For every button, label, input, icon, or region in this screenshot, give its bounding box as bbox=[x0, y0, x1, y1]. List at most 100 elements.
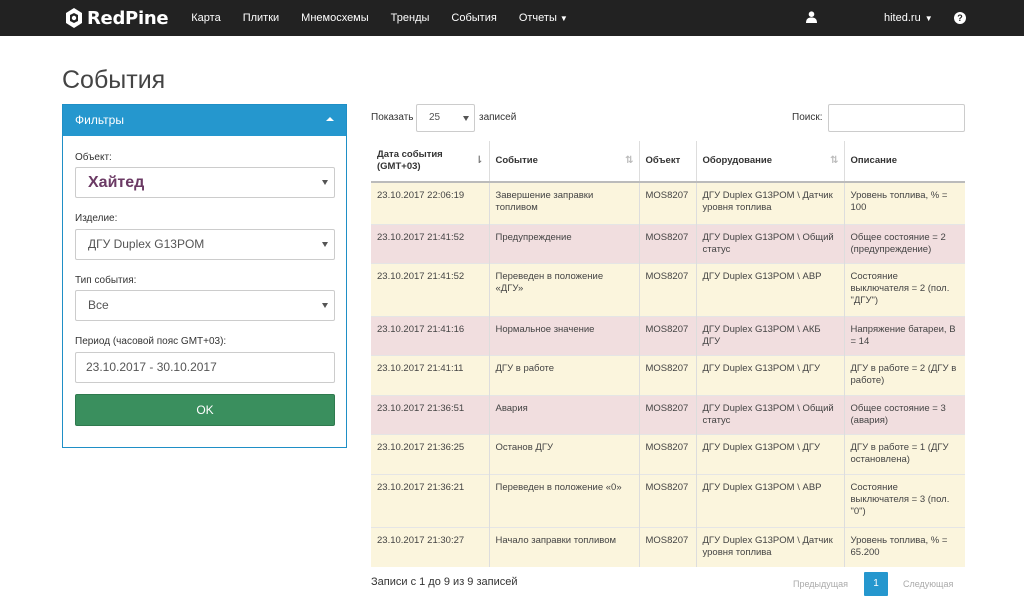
cell-equipment: ДГУ Duplex G13POM \ Датчик уровня топлив… bbox=[695, 526, 844, 567]
product-select[interactable]: ДГУ Duplex G13POM bbox=[75, 229, 335, 260]
cell-equipment: ДГУ Duplex G13POM \ АКБ ДГУ bbox=[695, 315, 844, 355]
brand-logo[interactable]: RedPine bbox=[63, 0, 169, 36]
cell-object: MOS8207 bbox=[638, 223, 696, 263]
table-row: 23.10.2017 21:41:16 Нормальное значение MO… bbox=[371, 315, 965, 355]
cell-object: MOS8207 bbox=[638, 181, 696, 224]
column-header-object[interactable]: Объект bbox=[638, 141, 696, 183]
nav-tiles[interactable]: Плитки bbox=[232, 0, 290, 37]
pagination-previous[interactable]: Предыдущая bbox=[793, 579, 848, 589]
chevron-down-icon: ▼ bbox=[924, 14, 933, 23]
cell-event: Переведен в положение «ДГУ» bbox=[488, 262, 639, 316]
object-label: Объект: bbox=[75, 152, 112, 163]
cell-description: Уровень топлива, % = 65.200 bbox=[843, 526, 965, 567]
cell-equipment: ДГУ Duplex G13POM \ АВР bbox=[695, 473, 844, 527]
cell-event: Авария bbox=[488, 394, 639, 434]
period-label: Период (часовой пояс GMT+03): bbox=[75, 336, 227, 347]
object-select[interactable]: Хайтед bbox=[75, 167, 335, 198]
main-nav: Карта Плитки Мнемосхемы Тренды События О… bbox=[180, 0, 579, 37]
cell-description: ДГУ в работе = 2 (ДГУ в работе) bbox=[843, 354, 965, 395]
chevron-down-icon bbox=[322, 242, 328, 247]
table-row: 23.10.2017 21:30:27 Начало заправки топли… bbox=[371, 526, 965, 567]
event-type-select[interactable]: Все bbox=[75, 290, 335, 321]
event-type-select-value: Все bbox=[88, 298, 109, 312]
cell-event: Предупреждение bbox=[488, 223, 639, 263]
cell-object: MOS8207 bbox=[638, 394, 696, 434]
cell-date: 23.10.2017 21:41:52 bbox=[371, 262, 489, 316]
column-header-object-label: Объект bbox=[645, 155, 681, 166]
cell-date: 23.10.2017 21:41:11 bbox=[371, 354, 489, 395]
redpine-logo-icon bbox=[66, 8, 82, 28]
table-row: 23.10.2017 21:41:52 Переведен в положение… bbox=[371, 262, 965, 316]
cell-event: Завершение заправки топливом bbox=[488, 181, 639, 224]
cell-event: ДГУ в работе bbox=[488, 354, 639, 395]
user-menu[interactable]: hited.ru ▼ bbox=[884, 0, 933, 37]
cell-date: 23.10.2017 22:06:19 bbox=[371, 181, 489, 224]
records-label: записей bbox=[479, 112, 517, 123]
table-info: Записи с 1 до 9 из 9 записей bbox=[371, 576, 518, 588]
table-row: 23.10.2017 21:41:11 ДГУ в работе MOS8207 ДГ… bbox=[371, 354, 965, 395]
sort-icon: ⇅ bbox=[625, 155, 634, 166]
page-length-value: 25 bbox=[429, 112, 441, 123]
table-row: 23.10.2017 21:36:51 Авария MOS8207 ДГУ Dupl… bbox=[371, 394, 965, 434]
cell-equipment: ДГУ Duplex G13POM \ ДГУ bbox=[695, 354, 844, 395]
column-header-description-label: Описание bbox=[850, 155, 898, 166]
pagination-next[interactable]: Следующая bbox=[903, 579, 953, 589]
filters-panel-heading[interactable]: Фильтры bbox=[63, 105, 346, 136]
column-header-event[interactable]: Событие ⇅ bbox=[488, 141, 639, 183]
nav-reports-label: Отчеты bbox=[518, 11, 557, 24]
cell-description: Уровень топлива, % = 100 bbox=[843, 181, 965, 224]
nav-mnemonics[interactable]: Мнемосхемы bbox=[290, 0, 380, 37]
top-navbar: RedPine Карта Плитки Мнемосхемы Тренды С… bbox=[0, 0, 1024, 36]
chevron-down-icon bbox=[322, 180, 328, 185]
pagination-current-page[interactable]: 1 bbox=[864, 572, 888, 596]
table-row: 23.10.2017 21:36:25 Останов ДГУ MOS8207 ДГУ… bbox=[371, 433, 965, 474]
table-body: 23.10.2017 22:06:19 Завершение заправки т… bbox=[371, 181, 965, 567]
cell-description: Состояние выключателя = 2 (пол. "ДГУ") bbox=[843, 262, 965, 316]
cell-object: MOS8207 bbox=[638, 473, 696, 527]
chevron-down-icon bbox=[322, 303, 328, 308]
product-label: Изделие: bbox=[75, 213, 118, 224]
sort-desc-icon: ⇂ bbox=[475, 155, 484, 166]
cell-object: MOS8207 bbox=[638, 262, 696, 316]
events-table: Дата события (GMT+03) ⇂ Событие ⇅ Объект О… bbox=[371, 141, 965, 567]
search-input[interactable] bbox=[828, 104, 965, 132]
period-input[interactable]: 23.10.2017 - 30.10.2017 bbox=[75, 352, 335, 383]
cell-equipment: ДГУ Duplex G13POM \ Датчик уровня топлив… bbox=[695, 181, 844, 224]
cell-event: Нормальное значение bbox=[488, 315, 639, 355]
cell-event: Начало заправки топливом bbox=[488, 526, 639, 567]
chevron-down-icon bbox=[463, 116, 469, 121]
cell-description: ДГУ в работе = 1 (ДГУ остановлена) bbox=[843, 433, 965, 474]
cell-object: MOS8207 bbox=[638, 433, 696, 474]
object-select-value: Хайтед bbox=[88, 174, 145, 191]
nav-reports[interactable]: Отчеты ▼ bbox=[508, 0, 579, 37]
cell-date: 23.10.2017 21:41:52 bbox=[371, 223, 489, 263]
nav-trends[interactable]: Тренды bbox=[380, 0, 441, 37]
column-header-description[interactable]: Описание bbox=[843, 141, 965, 183]
table-row: 23.10.2017 21:36:21 Переведен в положение… bbox=[371, 473, 965, 527]
page-title: События bbox=[62, 66, 166, 94]
event-type-label: Тип события: bbox=[75, 275, 137, 286]
cell-description: Общее состояние = 3 (авария) bbox=[843, 394, 965, 434]
page-length-select[interactable]: 25 bbox=[416, 104, 475, 132]
filters-panel: Фильтры Объект: Хайтед Изделие: ДГУ Dupl… bbox=[62, 104, 347, 448]
chevron-down-icon: ▼ bbox=[559, 13, 568, 23]
cell-equipment: ДГУ Duplex G13POM \ ДГУ bbox=[695, 433, 844, 474]
sort-icon: ⇅ bbox=[830, 155, 839, 166]
cell-date: 23.10.2017 21:36:25 bbox=[371, 433, 489, 474]
cell-event: Переведен в положение «0» bbox=[488, 473, 639, 527]
nav-map[interactable]: Карта bbox=[180, 0, 231, 37]
user-name: hited.ru bbox=[884, 12, 921, 24]
column-header-date[interactable]: Дата события (GMT+03) ⇂ bbox=[371, 141, 489, 183]
ok-button[interactable]: OK bbox=[75, 394, 335, 426]
show-label: Показать bbox=[371, 112, 414, 123]
cell-date: 23.10.2017 21:36:21 bbox=[371, 473, 489, 527]
cell-equipment: ДГУ Duplex G13POM \ Общий статус bbox=[695, 394, 844, 434]
column-header-equipment[interactable]: Оборудование ⇅ bbox=[695, 141, 844, 183]
cell-equipment: ДГУ Duplex G13POM \ Общий статус bbox=[695, 223, 844, 263]
help-icon[interactable]: ? bbox=[954, 12, 966, 24]
cell-description: Состояние выключателя = 3 (пол. "0") bbox=[843, 473, 965, 527]
nav-events[interactable]: События bbox=[440, 0, 507, 37]
user-icon[interactable] bbox=[806, 11, 817, 23]
collapse-up-icon[interactable] bbox=[326, 117, 334, 121]
table-header-row: Дата события (GMT+03) ⇂ Событие ⇅ Объект О… bbox=[371, 141, 965, 183]
